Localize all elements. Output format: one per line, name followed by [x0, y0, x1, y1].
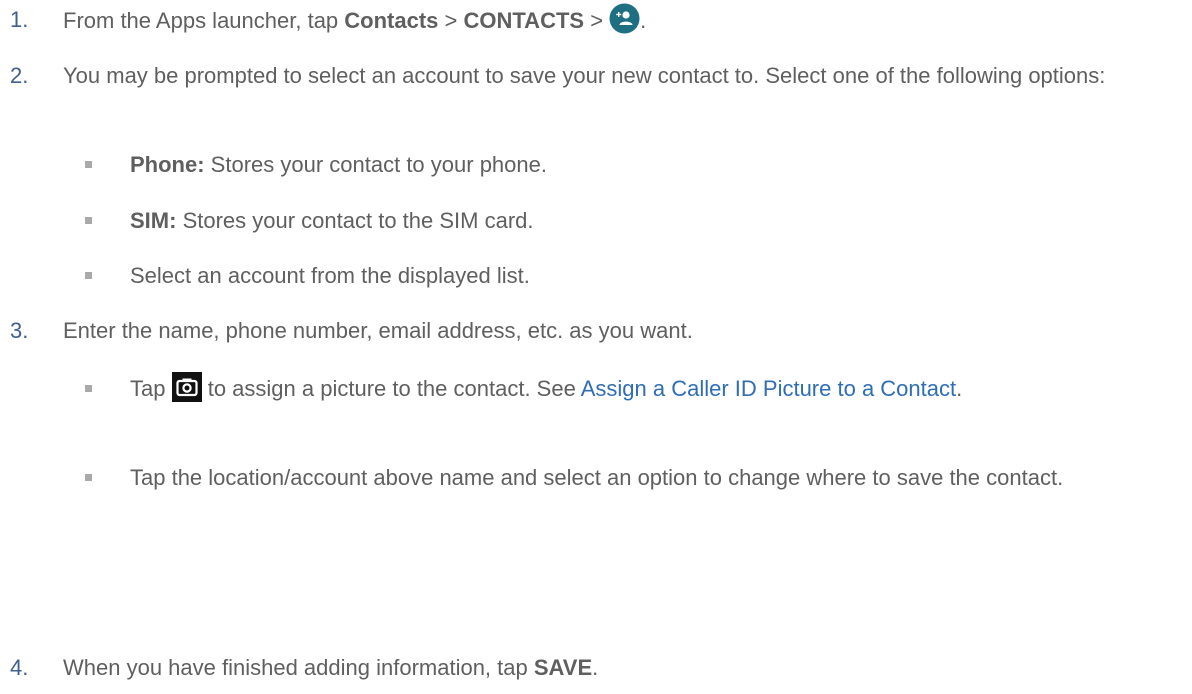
step-text: You may be prompted to select an account…	[63, 63, 1106, 88]
bullet-text: Tap	[130, 376, 172, 401]
step-text: Enter the name, phone number, email addr…	[63, 318, 693, 343]
step-number: 1.	[10, 7, 29, 32]
step-1: 1. From the Apps launcher, tap Contacts …	[10, 3, 1132, 43]
separator: >	[584, 8, 610, 33]
separator: >	[438, 8, 464, 33]
save-label: SAVE	[533, 655, 593, 680]
step-text-after: .	[640, 8, 647, 33]
step-number: 3.	[10, 318, 29, 343]
camera-icon	[171, 372, 202, 411]
step-number: 2.	[10, 63, 29, 88]
list-item: Select an account from the displayed lis…	[85, 259, 1132, 292]
bullet-text: Tap the location/account above name and …	[130, 465, 1064, 490]
list-item: Tap the location/account above name and …	[85, 461, 1132, 494]
step-text-after: .	[592, 655, 599, 680]
step-4: 4. When you have finished adding informa…	[10, 651, 1132, 684]
bullet-text: Stores your contact to your phone.	[204, 152, 547, 177]
contacts-label: Contacts	[344, 8, 439, 33]
step-2: 2. You may be prompted to select an acco…	[10, 59, 1132, 92]
step-number: 4.	[10, 655, 29, 680]
step-text: When you have finished adding informatio…	[63, 651, 1132, 684]
list-item: Phone: Stores your contact to your phone…	[85, 148, 1132, 181]
bullet-marker	[85, 474, 92, 481]
assign-caller-id-link[interactable]: Assign a Caller ID Picture to a Contact	[581, 376, 956, 401]
bullet-marker	[85, 385, 92, 392]
bullet-text: .	[956, 376, 963, 401]
phone-option-label: Phone:	[130, 152, 205, 177]
bullet-text: Stores your contact to the SIM card.	[176, 208, 534, 233]
list-item: Tap to assign a picture to the contact. …	[85, 372, 1132, 411]
contacts-tab-label: CONTACTS	[463, 8, 585, 33]
bullet-marker	[85, 161, 92, 168]
bullet-text: to assign a picture to the contact. See	[201, 376, 581, 401]
list-item: SIM: Stores your contact to the SIM card…	[85, 204, 1132, 237]
bullet-marker	[85, 272, 92, 279]
step-text-before: When you have finished adding informatio…	[63, 655, 534, 680]
bullet-marker	[85, 217, 92, 224]
step-text: From the Apps launcher, tap Contacts > C…	[63, 3, 1132, 43]
step-text-before: From the Apps launcher, tap	[63, 8, 345, 33]
add-contact-icon	[609, 3, 640, 43]
sim-option-label: SIM:	[130, 208, 177, 233]
bullet-text: Select an account from the displayed lis…	[130, 263, 530, 288]
step-3: 3. Enter the name, phone number, email a…	[10, 314, 1132, 347]
